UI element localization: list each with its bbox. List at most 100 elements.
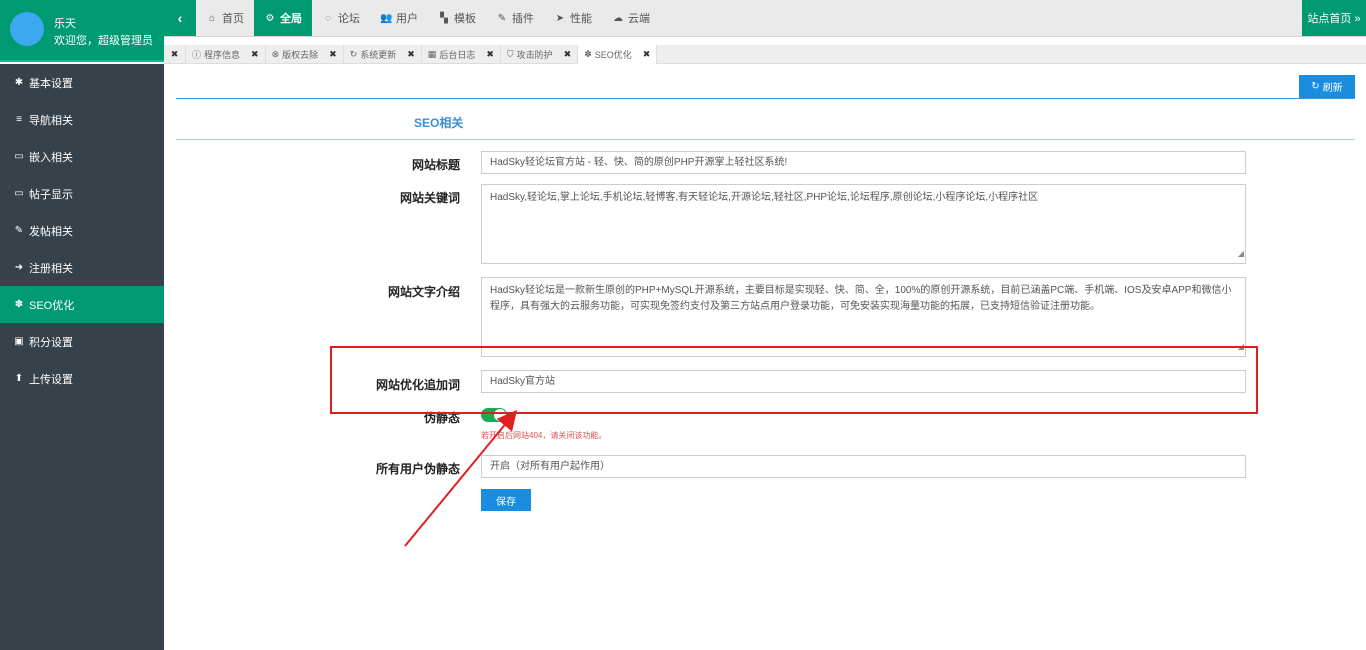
home-icon: ⌂ (208, 12, 216, 24)
chevron-left-icon: ‹ (177, 10, 183, 26)
nav-label: 用户 (396, 13, 418, 25)
sidebar-item-nav[interactable]: ≡ 导航相关 (0, 101, 164, 138)
sidebar-item-points[interactable]: ▣ 积分设置 (0, 323, 164, 360)
user-welcome: 欢迎您，超级管理员 (54, 35, 153, 47)
tab-label: SEO优化 (594, 49, 632, 60)
calendar-icon: ▦ (427, 48, 437, 59)
refresh-icon: ↻ (1311, 81, 1320, 92)
rocket-icon: ➤ (555, 12, 565, 24)
sidebar-item-label: 发帖相关 (29, 225, 73, 238)
upload-icon: ⬆ (14, 373, 24, 384)
nav-global[interactable]: ⚙ 全局 (254, 0, 312, 36)
nav-templates[interactable]: ▚ 模板 (428, 0, 486, 36)
site-title-input[interactable]: HadSky轻论坛官方站 - 轻、快、简的原创PHP开源掌上轻社区系统! (481, 151, 1246, 174)
sidebar-item-label: 导航相关 (29, 114, 73, 127)
intro-value: HadSky轻论坛是一款新生原创的PHP+MySQL开源系统，主要目标是实现轻、… (490, 285, 1232, 312)
cloud-icon: ☁ (613, 12, 623, 24)
nav-label: 论坛 (338, 13, 360, 25)
tab-system-update[interactable]: ↻ 系统更新 ✖ (344, 44, 422, 64)
paw-icon: ✽ (14, 299, 24, 310)
close-icon[interactable]: ✖ (407, 49, 415, 60)
sidebar-item-embed[interactable]: ▭ 嵌入相关 (0, 138, 164, 175)
nav-performance[interactable]: ➤ 性能 (544, 0, 602, 36)
info-icon: ⓘ (192, 49, 202, 60)
hdd-icon: ▭ (14, 151, 24, 162)
sidebar-item-label: 上传设置 (29, 373, 73, 386)
rewrite-hint: 若开启后网站404，请关闭该功能。 (481, 431, 607, 440)
site-intro-textarea[interactable]: HadSky轻论坛是一款新生原创的PHP+MySQL开源系统，主要目标是实现轻、… (481, 277, 1246, 357)
all-rewrite-select[interactable]: 开启（对所有用户起作用） (481, 455, 1246, 478)
close-all-tabs-button[interactable]: ✖ (164, 44, 186, 64)
divider (176, 139, 1355, 140)
nav-label: 全局 (280, 13, 302, 25)
close-icon[interactable]: ✖ (486, 49, 494, 60)
site-home-link[interactable]: 站点首页 » (1302, 0, 1366, 36)
user-name: 乐天 (54, 18, 76, 30)
site-keywords-label: 网站关键词 (399, 191, 460, 205)
users-icon: 👥 (380, 12, 393, 24)
close-icon[interactable]: ✖ (251, 49, 259, 60)
site-title-label: 网站标题 (411, 158, 460, 172)
cogs-icon: ⚙ (265, 12, 275, 24)
sidebar-item-label: 帖子显示 (29, 188, 73, 201)
tab-strip: ✖ ⓘ 程序信息 ✖ ⊗ 版权去除 ✖ ↻ 系统更新 ✖ ▦ 后台日志 ✖ ⛉ 攻击防护 ✖ ✽ SE… (164, 44, 1366, 64)
nav-label: 插件 (512, 13, 534, 25)
bars-icon: ≡ (16, 114, 22, 125)
shield-icon: ⛉ (506, 48, 514, 59)
monitor-icon: ▭ (14, 188, 24, 199)
sidebar-item-label: 嵌入相关 (29, 151, 73, 164)
sidebar: ✱ 基本设置 ≡ 导航相关 ▭ 嵌入相关 ▭ 帖子显示 ✎ 发帖相关 ➜ 注册相关 ✽ SEO… (0, 64, 164, 650)
close-icon[interactable]: ✖ (564, 49, 572, 60)
nav-label: 首页 (222, 13, 244, 25)
sidebar-item-label: 基本设置 (29, 77, 73, 90)
nav-plugins[interactable]: ✎ 插件 (486, 0, 544, 36)
nav-cloud[interactable]: ☁ 云端 (602, 0, 660, 36)
nav-label: 模板 (454, 13, 476, 25)
save-button[interactable]: 保存 (481, 489, 531, 511)
tab-admin-log[interactable]: ▦ 后台日志 ✖ (422, 44, 501, 64)
tab-seo[interactable]: ✽ SEO优化 ✖ (578, 44, 658, 64)
refresh-icon: ↻ (349, 48, 358, 59)
tab-label: 程序信息 (204, 49, 241, 60)
sidebar-item-basic[interactable]: ✱ 基本设置 (0, 64, 164, 101)
sign-in-icon: ➜ (14, 262, 24, 273)
tab-program-info[interactable]: ⓘ 程序信息 ✖ (186, 44, 266, 64)
close-icon[interactable]: ✖ (643, 49, 651, 60)
section-title: SEO相关 (414, 116, 464, 130)
nav-label: 性能 (570, 13, 592, 25)
site-keywords-textarea[interactable]: HadSky,轻论坛,掌上论坛,手机论坛,轻博客,有天轻论坛,开源论坛,轻社区,… (481, 184, 1246, 264)
nav-forum[interactable]: ◌ 论坛 (312, 0, 370, 36)
user-panel: 乐天 欢迎您，超级管理员 (0, 0, 164, 62)
tab-copyright[interactable]: ⊗ 版权去除 ✖ (266, 44, 344, 64)
nav-users[interactable]: 👥 用户 (370, 0, 428, 36)
nav-home[interactable]: ⌂ 首页 (196, 0, 254, 36)
highlight-box (330, 346, 1258, 414)
tab-label: 版权去除 (282, 49, 319, 60)
tab-label: 后台日志 (439, 49, 476, 60)
sidebar-item-label: 注册相关 (29, 262, 73, 275)
edit-icon: ✎ (14, 225, 24, 236)
top-nav: ‹ ⌂ 首页 ⚙ 全局 ◌ 论坛 👥 用户 ▚ 模板 ✎ 插件 ➤ 性能 ☁ 云端 站点首页 » (164, 0, 1366, 37)
tab-attack-protection[interactable]: ⛉ 攻击防护 ✖ (501, 44, 579, 64)
ban-icon: ⊗ (271, 48, 280, 59)
sidebar-item-label: SEO优化 (29, 299, 75, 312)
refresh-button[interactable]: ↻ 刷新 (1299, 75, 1355, 98)
close-icon[interactable]: ✖ (329, 49, 337, 60)
refresh-label: 刷新 (1322, 83, 1343, 94)
site-intro-label: 网站文字介绍 (387, 285, 460, 299)
avatar[interactable] (10, 12, 44, 46)
sidebar-item-upload[interactable]: ⬆ 上传设置 (0, 360, 164, 397)
sidebar-item-seo[interactable]: ✽ SEO优化 (0, 286, 164, 323)
money-icon: ▣ (14, 336, 24, 347)
resize-grip-icon[interactable]: ◢ (1238, 246, 1244, 262)
keywords-value: HadSky,轻论坛,掌上论坛,手机论坛,轻博客,有天轻论坛,开源论坛,轻社区,… (490, 192, 1039, 203)
sidebar-item-posts[interactable]: ▭ 帖子显示 (0, 175, 164, 212)
tab-label: 攻击防护 (516, 49, 553, 60)
tab-label: 系统更新 (360, 49, 397, 60)
collapse-sidebar-button[interactable]: ‹ (164, 0, 196, 36)
sidebar-item-register[interactable]: ➜ 注册相关 (0, 249, 164, 286)
sitemap-icon: ▚ (440, 12, 448, 24)
sidebar-item-posting[interactable]: ✎ 发帖相关 (0, 212, 164, 249)
sidebar-item-label: 积分设置 (29, 336, 73, 349)
divider (176, 98, 1355, 99)
